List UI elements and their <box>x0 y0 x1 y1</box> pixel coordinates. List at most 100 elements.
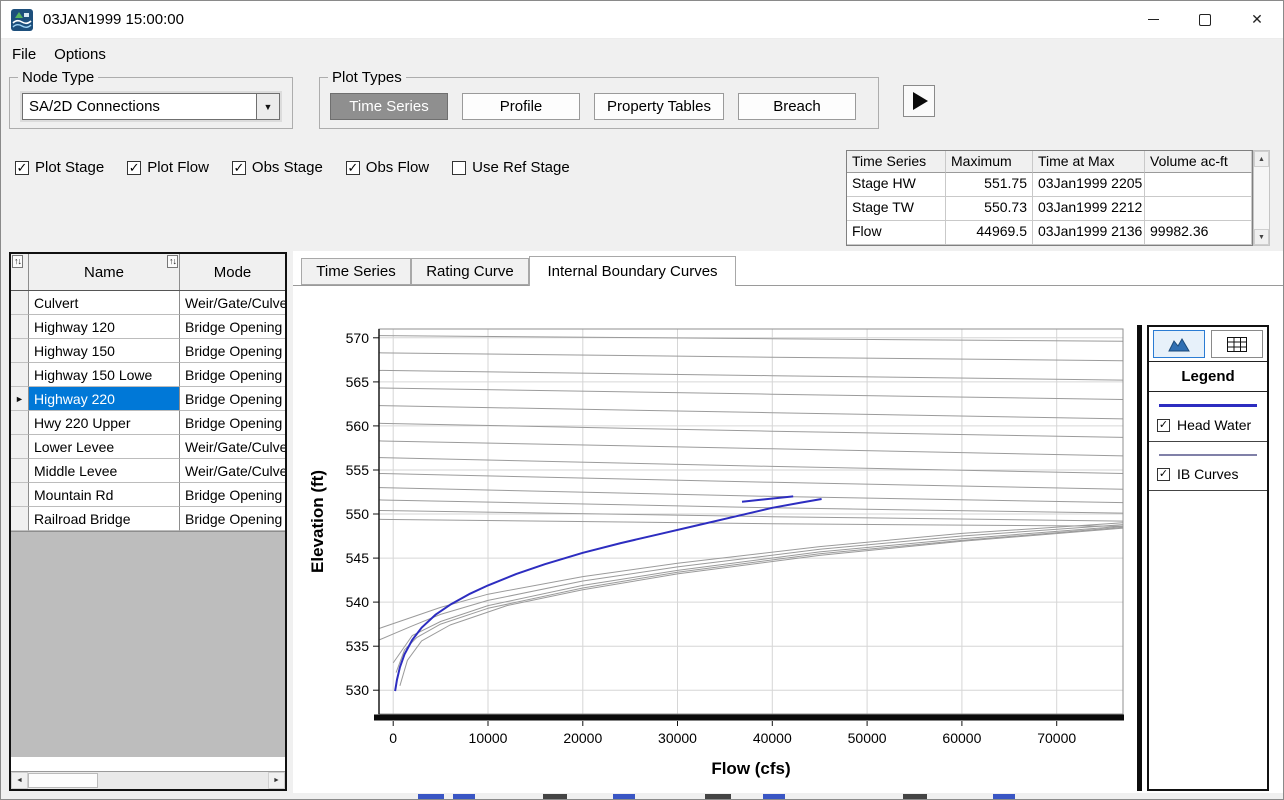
node-name-cell[interactable]: Highway 150 Lowe <box>29 363 180 387</box>
summary-table-grid: Time SeriesMaximumTime at MaxVolume ac-f… <box>846 150 1253 246</box>
table-row-highway-120[interactable]: Highway 120Bridge Opening <box>11 315 285 339</box>
menu-file[interactable]: File <box>3 43 45 66</box>
node-table-horizontal-scrollbar[interactable]: ◄ ► <box>11 771 285 789</box>
summary-header-volume-ac-ft: Volume ac-ft <box>1145 151 1252 173</box>
scroll-right-button[interactable]: ► <box>268 772 285 789</box>
minimize-button[interactable] <box>1127 1 1179 38</box>
plot-types-label: Plot Types <box>328 69 406 86</box>
plot-type-breach[interactable]: Breach <box>738 93 856 120</box>
table-row-middle-levee[interactable]: Middle LeveeWeir/Gate/Culve <box>11 459 285 483</box>
node-name-cell[interactable]: Lower Levee <box>29 435 180 459</box>
checkbox-label: Plot Flow <box>147 159 209 176</box>
row-marker <box>11 411 29 435</box>
scroll-up-button[interactable]: ▲ <box>1254 151 1269 167</box>
plot-type-property-tables[interactable]: Property Tables <box>594 93 724 120</box>
selected-row-marker: ► <box>11 387 29 411</box>
node-mode-cell[interactable]: Bridge Opening <box>180 387 285 411</box>
legend-checkbox-ib-curves[interactable]: ✓IB Curves <box>1157 466 1259 482</box>
close-button[interactable]: ✕ <box>1231 1 1283 38</box>
summary-table: Time SeriesMaximumTime at MaxVolume ac-f… <box>846 150 1270 246</box>
checkbox-box: ✓ <box>127 161 141 175</box>
node-mode-cell[interactable]: Weir/Gate/Culve <box>180 291 285 315</box>
node-mode-cell[interactable]: Bridge Opening <box>180 507 285 531</box>
scrollbar-thumb[interactable] <box>28 773 98 788</box>
clipped-text-fragment <box>543 794 567 799</box>
svg-text:20000: 20000 <box>563 730 602 746</box>
tab-internal-boundary-curves[interactable]: Internal Boundary Curves <box>529 256 736 286</box>
table-row-railroad-bridge[interactable]: Railroad BridgeBridge Opening <box>11 507 285 531</box>
plot-type-time-series[interactable]: Time Series <box>330 93 448 120</box>
node-mode-cell[interactable]: Weir/Gate/Culve <box>180 435 285 459</box>
summary-table-scrollbar[interactable]: ▲ ▼ <box>1253 150 1270 246</box>
node-table-header: ↑↓ Name ↑↓ Mode <box>11 254 285 291</box>
checkbox-obs-stage[interactable]: ✓Obs Stage <box>232 159 323 176</box>
checkbox-plot-flow[interactable]: ✓ Plot Flow <box>127 159 209 176</box>
node-type-combobox[interactable]: SA/2D Connections ▼ <box>22 93 280 120</box>
table-row-highway-150-lowe[interactable]: Highway 150 LoweBridge Opening <box>11 363 285 387</box>
checkbox-plot-stage[interactable]: ✓Plot Stage <box>15 159 104 176</box>
table-row-highway-220[interactable]: ►Highway 220Bridge Opening <box>11 387 285 411</box>
clipped-text-fragment <box>705 794 731 799</box>
checkbox-obs-flow[interactable]: ✓Obs Flow <box>346 159 429 176</box>
table-row-culvert[interactable]: CulvertWeir/Gate/Culve <box>11 291 285 315</box>
plot-view-button[interactable] <box>1153 330 1205 358</box>
node-name-cell[interactable]: Highway 150 <box>29 339 180 363</box>
minimize-icon <box>1148 19 1159 20</box>
node-name-cell[interactable]: Middle Levee <box>29 459 180 483</box>
node-name-cell[interactable]: Mountain Rd <box>29 483 180 507</box>
menu-options[interactable]: Options <box>45 43 115 66</box>
node-mode-cell[interactable]: Bridge Opening <box>180 315 285 339</box>
node-table-mode-header[interactable]: Mode <box>180 254 285 290</box>
maximize-button[interactable] <box>1179 1 1231 38</box>
checkbox-box: ✓ <box>1157 468 1170 481</box>
node-mode-cell[interactable]: Bridge Opening <box>180 339 285 363</box>
scroll-down-button[interactable]: ▼ <box>1254 229 1269 245</box>
table-row-highway-150[interactable]: Highway 150Bridge Opening <box>11 339 285 363</box>
sort-icon[interactable]: ↑↓ <box>167 255 178 268</box>
tab-rating-curve[interactable]: Rating Curve <box>411 258 529 285</box>
svg-text:50000: 50000 <box>848 730 887 746</box>
panel-splitter[interactable] <box>1137 325 1142 791</box>
svg-text:0: 0 <box>389 730 397 746</box>
close-icon: ✕ <box>1251 11 1263 28</box>
table-row-lower-levee[interactable]: Lower LeveeWeir/Gate/Culve <box>11 435 285 459</box>
table-view-button[interactable] <box>1211 330 1263 358</box>
clipped-text-fragment <box>613 794 635 799</box>
legend-items: ✓Head Water ✓IB Curves <box>1149 392 1267 491</box>
node-mode-cell[interactable]: Bridge Opening <box>180 411 285 435</box>
svg-text:40000: 40000 <box>753 730 792 746</box>
scroll-left-button[interactable]: ◄ <box>11 772 28 789</box>
node-name-cell[interactable]: Hwy 220 Upper <box>29 411 180 435</box>
node-name-cell[interactable]: Culvert <box>29 291 180 315</box>
checkbox-box: ✓ <box>346 161 360 175</box>
table-row-hwy-220-upper[interactable]: Hwy 220 UpperBridge Opening <box>11 411 285 435</box>
tab-time-series[interactable]: Time Series <box>301 258 411 285</box>
node-table: ↑↓ Name ↑↓ Mode CulvertWeir/Gate/CulveHi… <box>9 252 287 791</box>
animate-button[interactable] <box>903 85 935 117</box>
chevron-down-icon[interactable]: ▼ <box>256 94 279 119</box>
node-mode-cell[interactable]: Bridge Opening <box>180 483 285 507</box>
legend-checkbox-head-water[interactable]: ✓Head Water <box>1157 417 1259 433</box>
svg-text:555: 555 <box>346 462 370 478</box>
row-marker <box>11 339 29 363</box>
view-buttons <box>1149 327 1267 361</box>
plot-type-profile[interactable]: Profile <box>462 93 580 120</box>
node-name-cell[interactable]: Railroad Bridge <box>29 507 180 531</box>
svg-text:570: 570 <box>346 330 370 346</box>
node-mode-cell[interactable]: Weir/Gate/Culve <box>180 459 285 483</box>
summary-header-maximum: Maximum <box>946 151 1033 173</box>
checkbox-box: ✓ <box>15 161 29 175</box>
scrollbar-track[interactable] <box>28 772 268 789</box>
node-name-cell[interactable]: Highway 220 <box>29 387 180 411</box>
title-bar: 03JAN1999 15:00:00 ✕ <box>1 1 1283 39</box>
checkbox-use-ref-stage[interactable]: Use Ref Stage <box>452 159 570 176</box>
svg-text:530: 530 <box>346 682 370 698</box>
node-mode-cell[interactable]: Bridge Opening <box>180 363 285 387</box>
table-row-mountain-rd[interactable]: Mountain RdBridge Opening <box>11 483 285 507</box>
node-type-selected-value: SA/2D Connections <box>23 94 256 119</box>
svg-text:545: 545 <box>346 550 370 566</box>
legend-line-sample <box>1159 404 1257 407</box>
sort-icon[interactable]: ↑↓ <box>12 255 23 268</box>
node-table-name-header[interactable]: Name ↑↓ <box>29 254 180 290</box>
node-name-cell[interactable]: Highway 120 <box>29 315 180 339</box>
